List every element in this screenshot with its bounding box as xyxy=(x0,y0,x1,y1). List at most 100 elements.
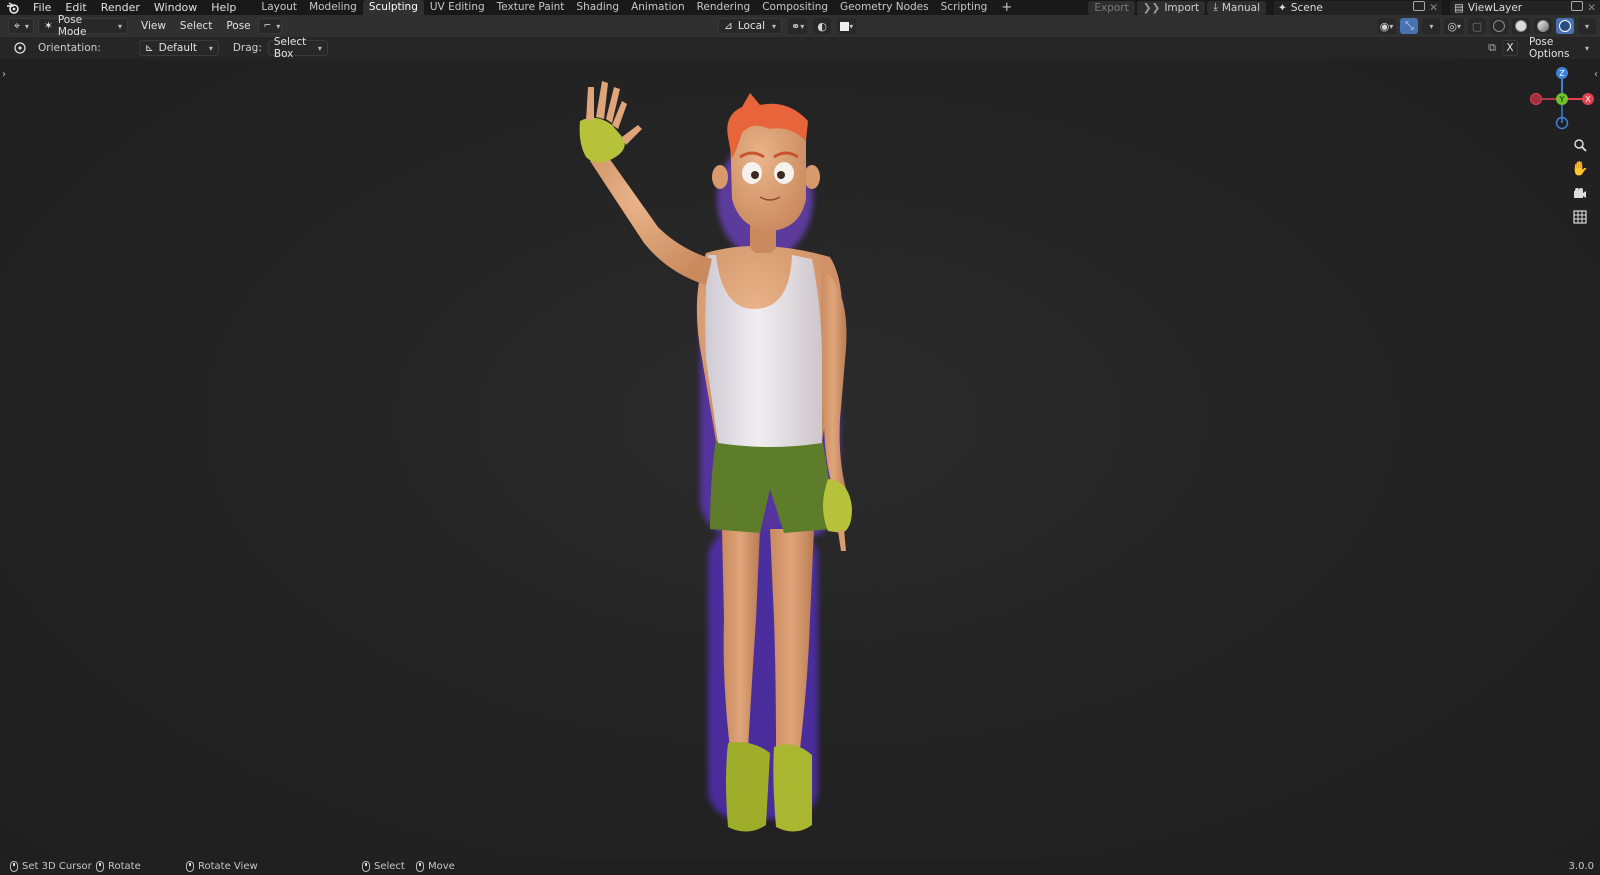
ortho-toggle-button[interactable] xyxy=(1570,207,1590,227)
menu-view[interactable]: View xyxy=(134,20,173,32)
solid-icon xyxy=(1515,20,1527,32)
tab-sculpting[interactable]: Sculpting xyxy=(362,0,424,15)
right-ear xyxy=(804,165,820,189)
menu-window[interactable]: Window xyxy=(147,0,204,15)
chevron-down-icon: ▾ xyxy=(1456,21,1461,31)
drag-value: Select Box xyxy=(273,36,307,60)
transform-orientation-dropdown[interactable]: ⊿ Local ▾ xyxy=(718,18,782,34)
left-pupil xyxy=(751,171,759,179)
top-bar: File Edit Render Window Help Layout Mode… xyxy=(0,0,1600,15)
view-layer-icon: ▤ xyxy=(1454,1,1464,14)
import-label: Import xyxy=(1164,1,1200,14)
overlay-toggle[interactable]: ◎ ▾ xyxy=(1444,18,1464,34)
add-workspace-button[interactable]: + xyxy=(993,0,1020,15)
scene-name: Scene xyxy=(1290,1,1323,14)
gizmo-x-label: X xyxy=(1585,95,1591,104)
chevron-down-icon: ▾ xyxy=(1584,43,1589,53)
mirror-x-toggle[interactable]: X xyxy=(1502,40,1518,56)
view-layer-name: ViewLayer xyxy=(1467,1,1523,14)
blender-logo-icon[interactable] xyxy=(0,0,26,15)
chevron-down-icon: ▾ xyxy=(771,21,776,31)
pose-extra-dropdown[interactable]: ⌐ ▾ xyxy=(257,18,282,34)
right-finger xyxy=(838,529,846,551)
eye-icon: ◉ xyxy=(1379,19,1390,33)
close-scene-icon[interactable]: ✕ xyxy=(1429,2,1438,14)
tab-rendering[interactable]: Rendering xyxy=(691,0,757,15)
pan-button[interactable]: ✋ xyxy=(1570,159,1590,179)
drag-dropdown[interactable]: Select Box ▾ xyxy=(267,36,328,60)
wireframe-icon xyxy=(1493,20,1505,32)
menu-pose[interactable]: Pose xyxy=(219,20,257,32)
tab-geometry-nodes[interactable]: Geometry Nodes xyxy=(834,0,935,15)
chevron-down-icon: ▾ xyxy=(208,43,213,53)
new-view-layer-icon[interactable] xyxy=(1571,1,1584,14)
gizmo-toggle[interactable]: ⤡ xyxy=(1400,18,1419,34)
chevron-down-icon: ▾ xyxy=(117,21,122,31)
new-scene-icon[interactable] xyxy=(1413,1,1426,14)
export-button[interactable]: Export xyxy=(1088,0,1135,15)
right-pupil xyxy=(777,171,785,179)
pivot-point-button[interactable]: ⚭ ▾ xyxy=(788,18,808,34)
gizmo-y-label: Y xyxy=(1559,95,1565,104)
mode-dropdown[interactable]: ✶ Pose Mode ▾ xyxy=(38,14,128,38)
gizmo-z-label: Z xyxy=(1559,69,1565,78)
scene-selector[interactable]: ✦ Scene ✕ xyxy=(1274,0,1442,15)
chevron-down-icon: ▾ xyxy=(1584,21,1589,31)
tool-settings-right: ⧉ X Pose Options ▾ xyxy=(1488,36,1594,60)
active-tool-icon[interactable] xyxy=(12,41,28,55)
pivot-icon: ⚭ xyxy=(791,19,801,33)
character-render xyxy=(579,81,852,832)
menu-file[interactable]: File xyxy=(26,0,58,15)
right-boot xyxy=(773,744,812,832)
camera-view-button[interactable] xyxy=(1570,183,1590,203)
import-button[interactable]: ❯❯ Import xyxy=(1136,0,1206,15)
zoom-icon xyxy=(1574,139,1587,152)
rendered-shading-button[interactable] xyxy=(1556,18,1574,34)
xray-toggle[interactable]: ▢ xyxy=(1468,18,1486,34)
menu-edit[interactable]: Edit xyxy=(58,0,93,15)
material-shading-button[interactable] xyxy=(1534,18,1552,34)
solid-shading-button[interactable] xyxy=(1512,18,1530,34)
tab-uv-editing[interactable]: UV Editing xyxy=(424,0,491,15)
head xyxy=(730,119,806,231)
status-rotate-view: Rotate View xyxy=(186,861,258,872)
mouse-left-icon xyxy=(362,861,370,872)
menu-help[interactable]: Help xyxy=(204,0,243,15)
shading-options-dropdown[interactable]: ▾ xyxy=(1578,18,1596,34)
orientation-label: Orientation: xyxy=(38,42,101,54)
tab-texture-paint[interactable]: Texture Paint xyxy=(491,0,571,15)
pan-hand-icon: ✋ xyxy=(1571,161,1589,177)
status-rotate: Rotate xyxy=(96,861,141,872)
menu-render[interactable]: Render xyxy=(94,0,147,15)
gizmo-dropdown[interactable]: ▾ xyxy=(1422,18,1441,34)
pose-options-dropdown[interactable]: Pose Options ▾ xyxy=(1524,36,1594,60)
xray-icon: ▢ xyxy=(1471,19,1483,33)
wireframe-shading-button[interactable] xyxy=(1490,18,1508,34)
3d-viewport[interactable]: › ‹ Z X Y ✋ xyxy=(0,59,1600,860)
overlay-icon: ◎ xyxy=(1447,19,1457,33)
close-view-layer-icon[interactable]: ✕ xyxy=(1587,2,1596,14)
camera-icon xyxy=(1574,188,1586,198)
zoom-button[interactable] xyxy=(1570,135,1590,155)
orientation-axes-icon: ⊿ xyxy=(724,20,733,32)
tab-scripting[interactable]: Scripting xyxy=(935,0,994,15)
square-icon xyxy=(840,21,850,31)
editor-type-button[interactable]: ⌖ ▾ xyxy=(8,18,34,34)
manual-button[interactable]: ⤓ Manual xyxy=(1207,0,1266,15)
view-layer-selector[interactable]: ▤ ViewLayer ✕ xyxy=(1450,0,1600,15)
raised-arm xyxy=(590,151,712,285)
mouse-right-icon xyxy=(96,861,104,872)
visibility-dropdown[interactable]: ◉ ▾ xyxy=(1376,18,1397,34)
tab-animation[interactable]: Animation xyxy=(625,0,691,15)
material-icon xyxy=(1537,20,1549,32)
snap-target-dropdown[interactable]: ▾ xyxy=(837,18,857,34)
tab-modeling[interactable]: Modeling xyxy=(303,0,363,15)
orientation-dropdown[interactable]: ⊾ Default ▾ xyxy=(138,40,219,56)
tab-compositing[interactable]: Compositing xyxy=(756,0,834,15)
menu-select[interactable]: Select xyxy=(173,20,219,32)
chevron-down-icon: ▾ xyxy=(276,21,281,31)
tab-layout[interactable]: Layout xyxy=(255,0,303,15)
snap-toggle[interactable]: ◐ xyxy=(813,18,832,34)
navigation-gizmo[interactable]: Z X Y xyxy=(1510,59,1600,139)
tab-shading[interactable]: Shading xyxy=(570,0,625,15)
